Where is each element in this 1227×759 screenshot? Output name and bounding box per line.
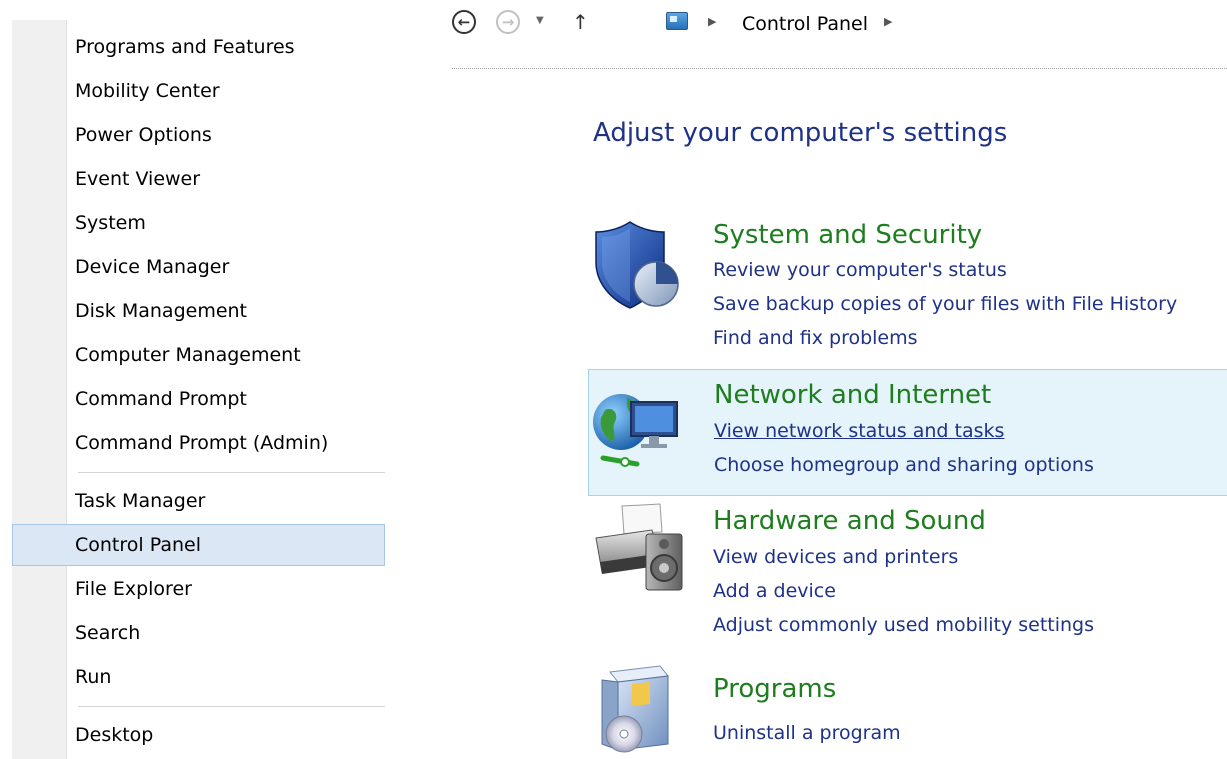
menu-item-command-prompt-admin[interactable]: Command Prompt (Admin) [12,422,385,464]
category-title[interactable]: System and Security [713,218,982,252]
printer-speaker-icon [595,503,683,591]
category-programs: Programs Uninstall a program [588,660,1227,759]
breadcrumb-arrow-icon[interactable]: ▶ [708,15,716,28]
menu-item-event-viewer[interactable]: Event Viewer [12,158,385,200]
back-button[interactable]: ← [452,10,476,34]
menu-item-mobility-center[interactable]: Mobility Center [12,70,385,112]
breadcrumb-control-panel[interactable]: Control Panel [742,12,868,36]
link-find-fix-problems[interactable]: Find and fix problems [713,325,918,351]
category-title[interactable]: Network and Internet [714,378,991,412]
arrow-right-circle-icon: → [501,13,515,31]
link-mobility-settings[interactable]: Adjust commonly used mobility settings [713,612,1094,638]
link-uninstall-program[interactable]: Uninstall a program [713,720,901,746]
link-add-device[interactable]: Add a device [713,578,836,604]
menu-item-task-manager[interactable]: Task Manager [12,480,385,522]
link-file-history[interactable]: Save backup copies of your files with Fi… [713,291,1177,317]
menu-separator [78,706,385,707]
menu-separator [78,472,385,473]
menu-item-device-manager[interactable]: Device Manager [12,246,385,288]
menu-item-file-explorer[interactable]: File Explorer [12,568,385,610]
arrow-left-circle-icon: ← [457,13,471,31]
category-title[interactable]: Hardware and Sound [713,504,986,538]
category-system-and-security: System and Security Review your computer… [588,206,1227,358]
link-devices-printers[interactable]: View devices and printers [713,544,958,570]
link-network-status[interactable]: View network status and tasks [714,418,1004,444]
forward-button[interactable]: → [496,10,520,34]
link-review-status[interactable]: Review your computer's status [713,257,1007,283]
winx-menu: Programs and Features Mobility Center Po… [12,20,385,759]
link-homegroup-sharing[interactable]: Choose homegroup and sharing options [714,452,1094,478]
control-panel-icon[interactable] [666,12,688,30]
menu-item-desktop[interactable]: Desktop [12,714,385,756]
menu-item-control-panel[interactable]: Control Panel [12,524,385,566]
address-bar-divider [452,68,1227,69]
arrow-up-icon: ↑ [572,10,589,34]
recent-locations-button[interactable]: ▼ [536,15,544,26]
menu-item-search[interactable]: Search [12,612,385,654]
programs-box-icon [601,665,669,753]
menu-item-power-options[interactable]: Power Options [12,114,385,156]
address-bar: ← → ▼ ↑ ▶ Control Panel ▶ [452,10,1227,44]
category-title[interactable]: Programs [713,672,836,706]
menu-item-system[interactable]: System [12,202,385,244]
menu-item-disk-management[interactable]: Disk Management [12,290,385,332]
menu-item-computer-management[interactable]: Computer Management [12,334,385,376]
breadcrumb-arrow-icon[interactable]: ▶ [884,15,892,28]
category-hardware-and-sound: Hardware and Sound View devices and prin… [588,500,1227,650]
menu-item-command-prompt[interactable]: Command Prompt [12,378,385,420]
chevron-down-icon: ▼ [536,15,544,26]
network-globe-icon [593,394,678,467]
menu-item-programs-and-features[interactable]: Programs and Features [12,26,385,68]
shield-icon [595,221,679,309]
category-network-and-internet: Network and Internet View network status… [588,369,1227,496]
page-title: Adjust your computer's settings [593,118,1008,148]
up-button[interactable]: ↑ [572,10,589,34]
menu-item-run[interactable]: Run [12,656,385,698]
